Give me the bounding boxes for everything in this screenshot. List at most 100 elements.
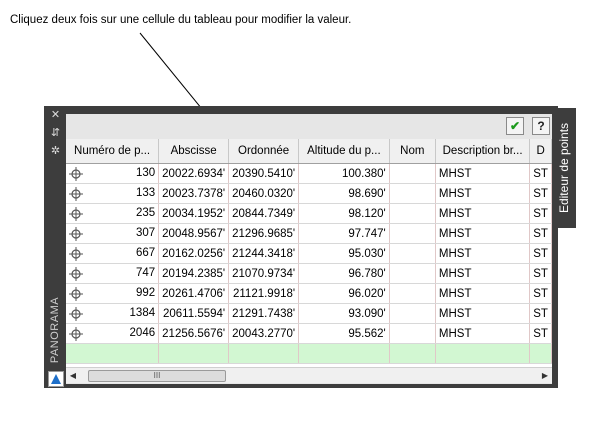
name-cell[interactable] — [389, 183, 436, 204]
new-row[interactable] — [66, 343, 552, 364]
table-row[interactable]: 130 20022.6934' 20390.5410' 100.380' MHST ST — [66, 163, 552, 184]
name-cell[interactable] — [389, 243, 436, 264]
y-cell[interactable]: 21070.9734' — [228, 263, 300, 284]
d-cell[interactable]: ST — [529, 243, 552, 264]
column-header[interactable]: D — [529, 139, 552, 164]
desc-cell[interactable]: MHST — [435, 223, 531, 244]
y-cell[interactable]: 21291.7438' — [228, 303, 300, 324]
scroll-left-icon[interactable]: ◀ — [66, 368, 80, 383]
y-cell[interactable]: 20043.2770' — [228, 323, 300, 344]
table-row[interactable]: 307 20048.9567' 21296.9685' 97.747' MHST ST — [66, 223, 552, 244]
y-cell[interactable]: 20390.5410' — [228, 163, 300, 184]
point-number-cell[interactable]: 307 — [66, 223, 160, 244]
point-number-cell[interactable]: 1384 — [66, 303, 160, 324]
z-cell[interactable]: 95.562' — [298, 323, 390, 344]
x-cell[interactable]: 20023.7378' — [158, 183, 230, 204]
name-cell[interactable] — [389, 303, 436, 324]
new-row-cell[interactable] — [158, 343, 230, 364]
z-cell[interactable]: 100.380' — [298, 163, 390, 184]
x-cell[interactable]: 20022.6934' — [158, 163, 230, 184]
z-cell[interactable]: 98.690' — [298, 183, 390, 204]
x-cell[interactable]: 21256.5676' — [158, 323, 230, 344]
column-header[interactable]: Description br... — [435, 139, 531, 164]
d-cell[interactable]: ST — [529, 263, 552, 284]
point-number-cell[interactable]: 747 — [66, 263, 160, 284]
x-cell[interactable]: 20162.0256' — [158, 243, 230, 264]
help-button[interactable]: ? — [532, 117, 550, 135]
name-cell[interactable] — [389, 203, 436, 224]
column-header[interactable]: Altitude du p... — [298, 139, 390, 164]
y-cell[interactable]: 21121.9918' — [228, 283, 300, 304]
desc-cell[interactable]: MHST — [435, 263, 531, 284]
d-cell[interactable]: ST — [529, 283, 552, 304]
table-row[interactable]: 235 20034.1952' 20844.7349' 98.120' MHST ST — [66, 203, 552, 224]
d-cell[interactable]: ST — [529, 323, 552, 344]
d-cell[interactable]: ST — [529, 223, 552, 244]
name-cell[interactable] — [389, 283, 436, 304]
z-cell[interactable]: 93.090' — [298, 303, 390, 324]
close-icon[interactable]: ✕ — [50, 110, 61, 121]
d-cell[interactable]: ST — [529, 203, 552, 224]
new-row-cell[interactable] — [529, 343, 552, 364]
point-number-cell[interactable]: 133 — [66, 183, 160, 204]
desc-cell[interactable]: MHST — [435, 203, 531, 224]
z-cell[interactable]: 96.780' — [298, 263, 390, 284]
new-row-cell[interactable] — [298, 343, 390, 364]
z-cell[interactable]: 96.020' — [298, 283, 390, 304]
z-cell[interactable]: 95.030' — [298, 243, 390, 264]
y-cell[interactable]: 20460.0320' — [228, 183, 300, 204]
new-row-cell[interactable] — [435, 343, 531, 364]
point-number-cell[interactable]: 2046 — [66, 323, 160, 344]
properties-icon[interactable]: ✲ — [50, 146, 61, 157]
scroll-thumb[interactable]: III — [88, 370, 226, 382]
desc-cell[interactable]: MHST — [435, 283, 531, 304]
name-cell[interactable] — [389, 323, 436, 344]
name-cell[interactable] — [389, 223, 436, 244]
desc-cell[interactable]: MHST — [435, 303, 531, 324]
table-row[interactable]: 747 20194.2385' 21070.9734' 96.780' MHST ST — [66, 263, 552, 284]
z-cell[interactable]: 97.747' — [298, 223, 390, 244]
x-cell[interactable]: 20034.1952' — [158, 203, 230, 224]
x-cell[interactable]: 20194.2385' — [158, 263, 230, 284]
d-cell[interactable]: ST — [529, 303, 552, 324]
column-header[interactable]: Numéro de p... — [66, 139, 160, 164]
panorama-panel: ✕ ⇵ ✲ PANORAMA ✔ ? Numéro de p... Absciss… — [44, 106, 558, 388]
new-row-cell[interactable] — [389, 343, 436, 364]
point-number-cell[interactable]: 130 — [66, 163, 160, 184]
desc-cell[interactable]: MHST — [435, 163, 531, 184]
autohide-icon[interactable]: ⇵ — [50, 128, 61, 139]
horizontal-scrollbar[interactable]: ◀ III ▶ — [66, 367, 552, 383]
d-cell[interactable]: ST — [529, 183, 552, 204]
point-number-cell[interactable]: 667 — [66, 243, 160, 264]
table-row[interactable]: 992 20261.4706' 21121.9918' 96.020' MHST ST — [66, 283, 552, 304]
desc-cell[interactable]: MHST — [435, 183, 531, 204]
x-cell[interactable]: 20048.9567' — [158, 223, 230, 244]
scroll-right-icon[interactable]: ▶ — [538, 368, 552, 383]
column-header[interactable]: Nom — [389, 139, 436, 164]
new-row-cell[interactable] — [228, 343, 300, 364]
column-header[interactable]: Ordonnée — [228, 139, 300, 164]
table-row[interactable]: 1384 20611.5594' 21291.7438' 93.090' MHST ST — [66, 303, 552, 324]
y-cell[interactable]: 20844.7349' — [228, 203, 300, 224]
point-marker-icon — [69, 306, 83, 321]
point-number-cell[interactable]: 235 — [66, 203, 160, 224]
desc-cell[interactable]: MHST — [435, 323, 531, 344]
desc-cell[interactable]: MHST — [435, 243, 531, 264]
apply-button[interactable]: ✔ — [506, 117, 524, 135]
point-number-text: 307 — [135, 226, 156, 239]
d-cell[interactable]: ST — [529, 163, 552, 184]
x-cell[interactable]: 20261.4706' — [158, 283, 230, 304]
x-cell[interactable]: 20611.5594' — [158, 303, 230, 324]
table-row[interactable]: 667 20162.0256' 21244.3418' 95.030' MHST ST — [66, 243, 552, 264]
table-row[interactable]: 133 20023.7378' 20460.0320' 98.690' MHST ST — [66, 183, 552, 204]
y-cell[interactable]: 21296.9685' — [228, 223, 300, 244]
z-cell[interactable]: 98.120' — [298, 203, 390, 224]
name-cell[interactable] — [389, 263, 436, 284]
point-number-cell[interactable]: 992 — [66, 283, 160, 304]
column-header[interactable]: Abscisse — [158, 139, 230, 164]
tab-point-editor[interactable]: Editeur de points — [552, 108, 576, 228]
table-row[interactable]: 2046 21256.5676' 20043.2770' 95.562' MHST ST — [66, 323, 552, 344]
y-cell[interactable]: 21244.3418' — [228, 243, 300, 264]
name-cell[interactable] — [389, 163, 436, 184]
new-row-cell[interactable] — [66, 343, 160, 364]
